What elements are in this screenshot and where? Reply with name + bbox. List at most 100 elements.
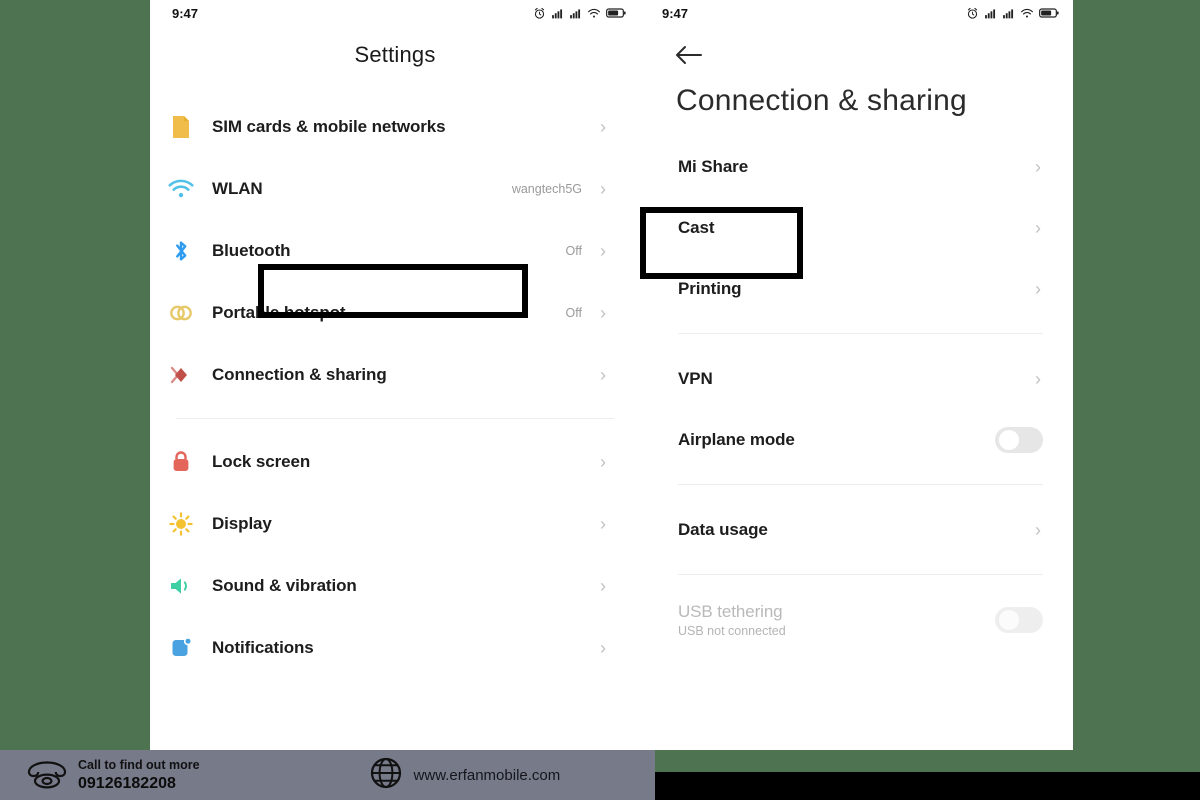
- alarm-icon: [966, 7, 979, 20]
- footer-website-block: www.erfanmobile.com: [370, 757, 561, 794]
- list-item-label: Data usage: [678, 519, 768, 539]
- chevron-right-icon: ›: [1035, 156, 1041, 177]
- list-item-label: Cast: [678, 217, 715, 237]
- list-item-label: Mi Share: [678, 156, 749, 176]
- footer-call-label: Call to find out more: [78, 758, 200, 772]
- sidebar-item-label: Bluetooth: [212, 241, 291, 261]
- arrow-left-icon: [674, 44, 704, 71]
- list-item-airplane-mode[interactable]: Airplane mode: [640, 409, 1073, 470]
- chevron-right-icon: ›: [600, 241, 606, 261]
- sidebar-item-lock-screen[interactable]: Lock screen ›: [150, 431, 640, 493]
- portable-hotspot-icon: [150, 301, 212, 325]
- bluetooth-icon: [150, 238, 212, 264]
- sidebar-item-label: Notifications: [212, 638, 314, 658]
- sidebar-item-connection-sharing[interactable]: Connection & sharing ›: [150, 344, 640, 406]
- footer-green-strip: [655, 750, 1200, 772]
- sidebar-item-value: Off: [565, 306, 582, 320]
- chevron-right-icon: ›: [600, 365, 606, 385]
- chevron-right-icon: ›: [600, 638, 606, 658]
- notifications-icon: [150, 636, 212, 660]
- footer-call-text: Call to find out more 09126182208: [78, 756, 200, 794]
- sidebar-item-wlan[interactable]: WLAN wangtech5G ›: [150, 158, 640, 220]
- chevron-right-icon: ›: [1035, 278, 1041, 299]
- alarm-icon: [533, 7, 546, 20]
- sidebar-item-value: Off: [565, 244, 582, 258]
- status-icons: [533, 7, 626, 20]
- settings-phone-panel: 9:47 Settings SIM cards & mobile network…: [150, 0, 640, 750]
- status-bar-right: 9:47: [640, 0, 1073, 26]
- signal-1-icon: [551, 7, 564, 20]
- sidebar-item-label: Portable hotspot: [212, 303, 346, 323]
- lock-screen-icon: [150, 450, 212, 474]
- list-item-sublabel: USB not connected: [678, 623, 786, 638]
- status-time: 9:47: [662, 5, 689, 21]
- sidebar-item-notifications[interactable]: Notifications ›: [150, 617, 640, 679]
- sidebar-item-display[interactable]: Display ›: [150, 493, 640, 555]
- footer-call-block: Call to find out more 09126182208: [26, 756, 200, 794]
- page-title: Settings: [354, 42, 436, 67]
- sidebar-item-label: Connection & sharing: [212, 365, 387, 385]
- footer-phone-number: 09126182208: [78, 775, 176, 792]
- wifi-icon: [1020, 7, 1034, 20]
- battery-icon: [1039, 7, 1059, 19]
- chevron-right-icon: ›: [600, 179, 606, 199]
- section-divider: [176, 418, 614, 419]
- connection-sharing-list: Mi Share › Cast › Printing › VPN › Airpl…: [640, 136, 1073, 650]
- display-icon: [150, 512, 212, 536]
- footer-banner: Call to find out more 09126182208 www.er…: [0, 750, 655, 800]
- status-bar-left: 9:47: [150, 0, 640, 26]
- sidebar-item-label: SIM cards & mobile networks: [212, 117, 446, 137]
- sidebar-item-label: Display: [212, 514, 272, 534]
- toggle-knob: [999, 609, 1019, 630]
- page-title: Connection & sharing: [676, 84, 967, 117]
- battery-icon: [606, 7, 626, 19]
- airplane-mode-toggle[interactable]: [995, 426, 1043, 453]
- settings-list: SIM cards & mobile networks › WLAN wangt…: [150, 96, 640, 679]
- connection-sharing-icon: [150, 363, 212, 387]
- list-item-label: USB tethering: [678, 601, 783, 621]
- list-item-data-usage[interactable]: Data usage ›: [640, 499, 1073, 560]
- chevron-right-icon: ›: [1035, 368, 1041, 389]
- back-button[interactable]: [674, 42, 708, 72]
- list-item-label: Airplane mode: [678, 429, 795, 449]
- chevron-right-icon: ›: [600, 117, 606, 137]
- section-divider: [678, 484, 1043, 485]
- globe-icon: [370, 757, 402, 794]
- chevron-right-icon: ›: [600, 514, 606, 534]
- footer-website-url: www.erfanmobile.com: [413, 766, 561, 784]
- list-item-label-wrap: USB tethering USB not connected: [678, 602, 995, 638]
- sim-card-icon: [150, 114, 212, 140]
- list-item-mi-share[interactable]: Mi Share ›: [640, 136, 1073, 197]
- section-divider: [678, 333, 1043, 334]
- sidebar-item-sound-vibration[interactable]: Sound & vibration ›: [150, 555, 640, 617]
- usb-tethering-toggle: [995, 606, 1043, 633]
- signal-1-icon: [984, 7, 997, 20]
- connection-sharing-phone-panel: 9:47 Connection & sharing Mi Share › Cas…: [640, 0, 1073, 750]
- sidebar-item-sim-cards[interactable]: SIM cards & mobile networks ›: [150, 96, 640, 158]
- telephone-icon: [26, 757, 68, 794]
- sidebar-item-portable-hotspot[interactable]: Portable hotspot Off ›: [150, 282, 640, 344]
- wifi-icon: [587, 7, 601, 20]
- signal-2-icon: [569, 7, 582, 20]
- chevron-right-icon: ›: [1035, 519, 1041, 540]
- list-item-usb-tethering: USB tethering USB not connected: [640, 589, 1073, 650]
- bottom-black-strip: [655, 772, 1200, 800]
- list-item-cast[interactable]: Cast ›: [640, 197, 1073, 258]
- status-time: 9:47: [172, 5, 199, 21]
- chevron-right-icon: ›: [1035, 217, 1041, 238]
- sidebar-item-value: wangtech5G: [511, 182, 582, 196]
- sidebar-item-label: Sound & vibration: [212, 576, 357, 596]
- chevron-right-icon: ›: [600, 576, 606, 596]
- list-item-label: VPN: [678, 368, 713, 388]
- toggle-knob: [999, 429, 1019, 450]
- screenshot-stage: 9:47 Settings SIM cards & mobile network…: [0, 0, 1200, 800]
- section-divider: [678, 574, 1043, 575]
- sidebar-item-bluetooth[interactable]: Bluetooth Off ›: [150, 220, 640, 282]
- status-icons: [966, 7, 1059, 20]
- list-item-printing[interactable]: Printing ›: [640, 258, 1073, 319]
- list-item-label: Printing: [678, 278, 742, 298]
- chevron-right-icon: ›: [600, 303, 606, 323]
- wifi-icon: [150, 178, 212, 200]
- list-item-vpn[interactable]: VPN ›: [640, 348, 1073, 409]
- sidebar-item-label: WLAN: [212, 179, 263, 199]
